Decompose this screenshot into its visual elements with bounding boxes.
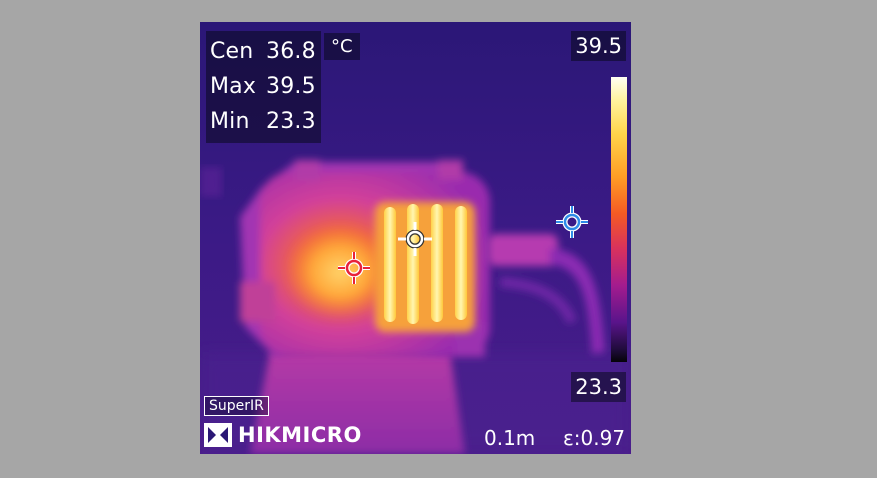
center-temperature-row: Cen 36.8 — [210, 34, 316, 69]
brand-name: HIKMICRO — [238, 423, 362, 447]
min-temperature-value: 23.3 — [266, 109, 316, 134]
temperature-color-bar — [611, 77, 627, 362]
center-temperature-value: 36.8 — [266, 39, 316, 64]
hikmicro-logo-icon — [204, 423, 232, 447]
max-temperature-label: Max — [210, 74, 257, 99]
emissivity-value: ε:0.97 — [563, 426, 626, 450]
temperature-readout: Cen 36.8 Max 39.5 Min 23.3 — [206, 31, 321, 143]
temperature-unit: °C — [324, 33, 360, 60]
scale-min-value: 23.3 — [571, 372, 626, 402]
thermal-image-viewer: Cen 36.8 Max 39.5 Min 23.3 °C 39.5 23.3 … — [200, 22, 631, 454]
superir-badge: SuperIR — [204, 396, 269, 416]
brand-logo: HIKMICRO — [204, 423, 362, 447]
max-temperature-row: Max 39.5 — [210, 69, 316, 104]
center-temperature-label: Cen — [210, 39, 254, 64]
distance-value: 0.1m — [484, 426, 536, 450]
min-temperature-label: Min — [210, 109, 250, 134]
min-temperature-row: Min 23.3 — [210, 104, 316, 139]
scale-max-value: 39.5 — [571, 31, 626, 61]
max-temperature-value: 39.5 — [266, 74, 316, 99]
